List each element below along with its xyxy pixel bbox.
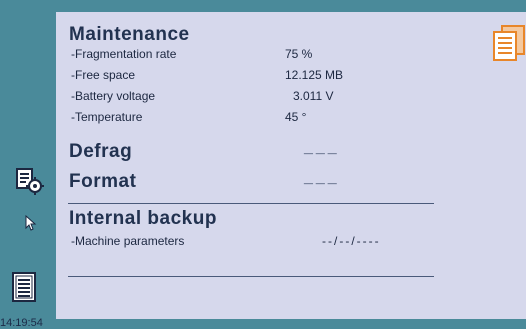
section-divider-1 (68, 203, 434, 204)
maintenance-title: Maintenance (69, 24, 190, 45)
free-space-label: -Free space (71, 68, 136, 82)
document-list-icon[interactable] (11, 271, 37, 303)
pointer-cursor-icon (24, 214, 38, 231)
machine-parameters-date: --/--/---- (322, 234, 381, 248)
internal-backup-title[interactable]: Internal backup (69, 208, 217, 230)
fragmentation-value: 75 % (285, 47, 313, 61)
format-button[interactable]: Format (69, 171, 136, 193)
temperature-label: -Temperature (71, 110, 143, 124)
defrag-button[interactable]: Defrag (69, 141, 132, 163)
copy-documents-icon[interactable] (492, 24, 526, 62)
battery-voltage-label: -Battery voltage (71, 89, 156, 103)
document-gear-icon[interactable] (14, 166, 46, 196)
section-divider-2 (68, 276, 434, 277)
top-bar (0, 0, 526, 12)
defrag-status: ___ (304, 139, 340, 156)
battery-voltage-value: 3.011 V (293, 89, 334, 103)
format-status: ___ (304, 169, 340, 186)
status-bar (0, 319, 526, 329)
fragmentation-label: -Fragmentation rate (71, 47, 177, 61)
temperature-value: 45 ° (285, 110, 307, 124)
machine-parameters-label: -Machine parameters (71, 234, 185, 248)
clock: 14:19:54 (0, 317, 43, 329)
free-space-value: 12.125 MB (285, 68, 344, 82)
